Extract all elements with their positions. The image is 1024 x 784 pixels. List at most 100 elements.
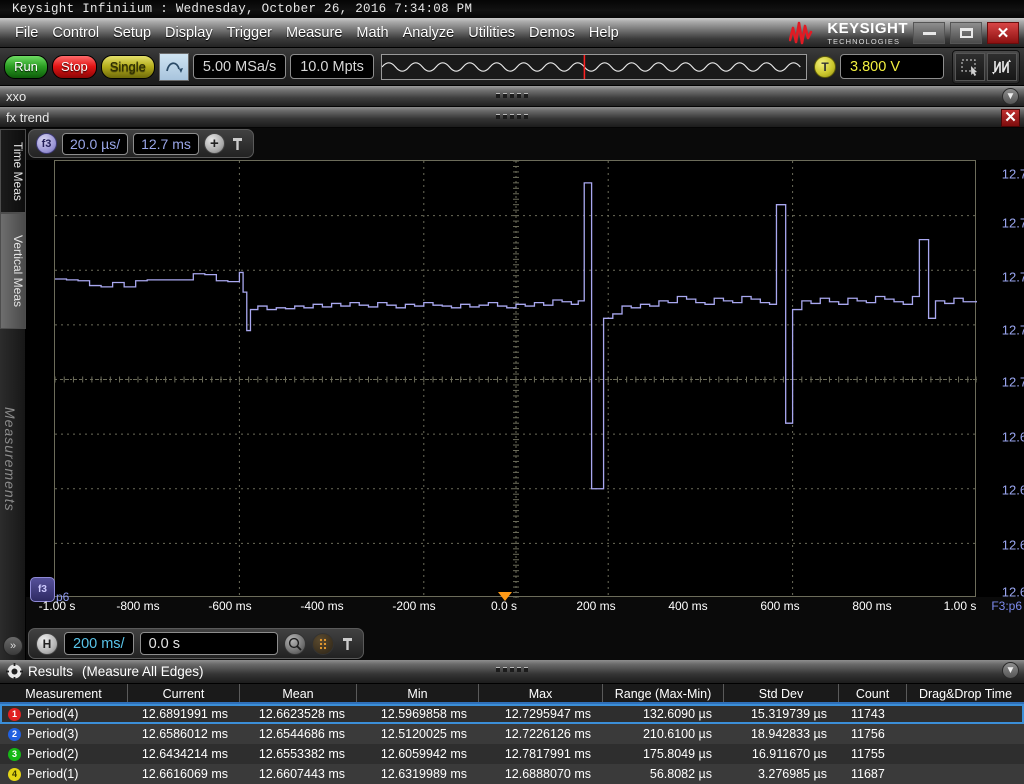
minimize-button[interactable] [913, 22, 945, 44]
minimize-icon [922, 31, 936, 35]
maximize-button[interactable] [950, 22, 982, 44]
horizontal-position-field[interactable]: 0.0 s [139, 632, 278, 655]
plot-marker-badge-label: f3 [38, 584, 47, 595]
stop-button[interactable]: Stop [52, 54, 97, 79]
cell-mean: 12.6607443 ms [258, 767, 345, 781]
trend-plot-area[interactable]: 12.7 ms 12.7 ms 12.7 ms 12.7 ms 12.7 ms … [26, 160, 1024, 604]
column-header-max[interactable]: Max [479, 684, 603, 702]
waveform-overview[interactable] [380, 53, 807, 80]
horizontal-controls: H 200 ms/ 0.0 s [28, 628, 364, 659]
x-tick: 1.00 s [943, 599, 977, 613]
horizontal-pin-button[interactable] [340, 635, 356, 653]
menu-item-math[interactable]: Math [349, 23, 395, 43]
tab-strip-fx-trend[interactable]: fx trend ✕ [0, 107, 1024, 128]
results-collapse-button[interactable]: ▼ [1002, 662, 1019, 679]
cell-min: 12.6319989 ms [380, 767, 467, 781]
single-button[interactable]: Single [100, 54, 155, 79]
cell-count: 11756 [851, 727, 885, 741]
cell-max: 12.6888070 ms [504, 767, 591, 781]
cell-count: 11687 [851, 767, 885, 781]
menu-item-control[interactable]: Control [45, 23, 106, 43]
cell-count: 11755 [851, 747, 885, 761]
column-header-measurement[interactable]: Measurement [0, 684, 128, 702]
menu-item-analyze[interactable]: Analyze [396, 23, 462, 43]
column-header-dragdrop-time[interactable]: Drag&Drop Time [907, 684, 1024, 702]
x-tick: 400 ms [668, 599, 708, 613]
sidebar-item-time-meas[interactable]: Time Meas [0, 129, 26, 213]
row-measurement-cell: 2 Period(3) [0, 724, 128, 744]
sidebar-label-time-meas: Time Meas [11, 141, 25, 201]
horizontal-badge[interactable]: H [36, 632, 58, 655]
fx-scale-field[interactable]: 20.0 µs/ [62, 132, 129, 155]
close-fx-trend-button[interactable]: ✕ [1001, 109, 1020, 127]
collapse-chevron-button[interactable]: ▼ [1002, 88, 1019, 105]
drag-grip[interactable] [496, 667, 528, 672]
tab-label-xxo: xxo [6, 89, 27, 104]
cell-stddev: 18.942833 µs [750, 727, 827, 741]
y-axis-labels: 12.7 ms 12.7 ms 12.7 ms 12.7 ms 12.7 ms … [981, 160, 1024, 600]
results-title: Results [28, 664, 74, 679]
y-tick: 12.7 ms [1001, 166, 1024, 182]
gear-icon [6, 663, 23, 680]
cell-current: 12.6891991 ms [141, 707, 228, 721]
cell-range: 175.8049 µs [642, 747, 712, 761]
cell-mean: 12.6553382 ms [258, 747, 345, 761]
y-tick: 12.7 ms [1001, 322, 1024, 338]
fx-function-controls: f3 20.0 µs/ 12.7 ms + [28, 129, 254, 158]
function-badge-f3[interactable]: f3 [36, 133, 57, 154]
drag-grip[interactable] [496, 93, 528, 98]
run-button[interactable]: Run [4, 54, 48, 79]
results-subtitle: (Measure All Edges) [82, 664, 204, 679]
close-button[interactable]: ✕ [987, 22, 1019, 44]
keysight-wave-icon [789, 21, 813, 45]
tab-strip-xxo[interactable]: xxo ▼ [0, 86, 1024, 107]
marquee-select-button[interactable] [955, 52, 985, 81]
y-tick: 12.7 ms [1001, 215, 1024, 231]
fx-offset-field[interactable]: 12.7 ms [133, 132, 199, 155]
table-row[interactable]: 4 Period(1) 12.6616069 ms 12.6607443 ms … [0, 764, 1024, 784]
menu-item-demos[interactable]: Demos [522, 23, 582, 43]
cell-range: 210.6100 µs [642, 727, 712, 741]
horizontal-scale-field[interactable]: 200 ms/ [64, 632, 134, 655]
keysight-logo: KEYSIGHT TECHNOLOGIES [789, 21, 908, 46]
cell-max: 12.7817991 ms [504, 747, 591, 761]
zoom-icon [288, 637, 302, 651]
menu-item-trigger[interactable]: Trigger [220, 23, 279, 43]
zoom-button[interactable] [283, 632, 306, 655]
column-header-std-dev[interactable]: Std Dev [724, 684, 839, 702]
waveform-navigate-icon [992, 59, 1011, 74]
menu-item-file[interactable]: File [8, 23, 45, 43]
sidebar-expand-button[interactable]: » [3, 636, 23, 656]
table-row[interactable]: 3 Period(2) 12.6434214 ms 12.6553382 ms … [0, 744, 1024, 764]
column-header-range[interactable]: Range (Max-Min) [603, 684, 724, 702]
pin-button[interactable] [230, 135, 246, 153]
drag-grip[interactable] [496, 114, 528, 119]
menu-item-help[interactable]: Help [582, 23, 626, 43]
row-measurement-cell: 4 Period(1) [0, 764, 128, 784]
cell-max: 12.7226126 ms [504, 727, 591, 741]
measurement-label: Period(3) [27, 727, 79, 741]
dotted-display-button[interactable] [311, 632, 334, 655]
column-header-min[interactable]: Min [357, 684, 479, 702]
sidebar-item-vertical-meas[interactable]: Vertical Meas [0, 213, 26, 329]
menu-item-setup[interactable]: Setup [106, 23, 158, 43]
column-header-current[interactable]: Current [128, 684, 240, 702]
trigger-level-field[interactable]: 3.800 V [840, 54, 944, 79]
x-tick: -800 ms [116, 599, 160, 613]
memory-depth-field[interactable]: 10.0 Mpts [290, 54, 374, 79]
table-row[interactable]: 1 Period(4) 12.6891991 ms 12.6623528 ms … [0, 704, 1024, 724]
autoscale-button[interactable] [158, 52, 189, 81]
menu-item-utilities[interactable]: Utilities [461, 23, 522, 43]
menu-item-measure[interactable]: Measure [279, 23, 349, 43]
waveform-navigate-button[interactable] [987, 52, 1017, 81]
column-header-count[interactable]: Count [839, 684, 907, 702]
maximize-icon [959, 28, 973, 38]
menu-item-display[interactable]: Display [158, 23, 220, 43]
column-header-mean[interactable]: Mean [240, 684, 357, 702]
cell-mean: 12.6623528 ms [258, 707, 345, 721]
sidebar-group-label: Measurements [2, 407, 18, 512]
add-function-button[interactable]: + [203, 133, 225, 154]
sample-rate-field[interactable]: 5.00 MSa/s [192, 54, 287, 79]
trigger-badge: T [814, 55, 836, 78]
table-row[interactable]: 2 Period(3) 12.6586012 ms 12.6544686 ms … [0, 724, 1024, 744]
